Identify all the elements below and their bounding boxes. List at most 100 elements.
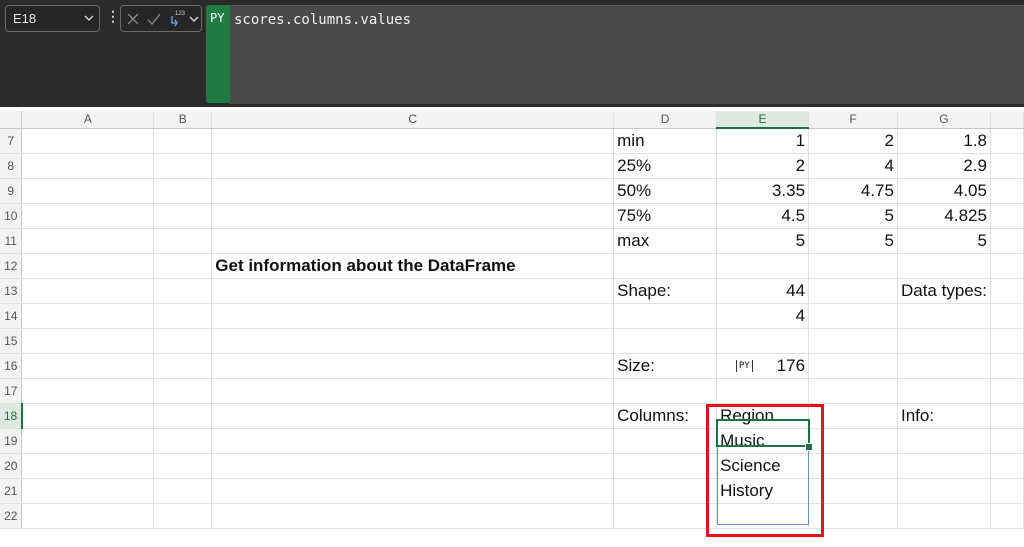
cell-e22[interactable] (716, 503, 810, 529)
cell-e19[interactable]: Music (716, 428, 810, 454)
row-header[interactable]: 13 (0, 278, 23, 304)
cancel-icon[interactable] (126, 11, 140, 32)
cell-f7[interactable]: 2 (808, 128, 898, 154)
cell-b14[interactable] (153, 303, 213, 329)
cell-a8[interactable] (21, 153, 155, 179)
cell-c18[interactable] (211, 403, 615, 429)
cell-g15[interactable] (897, 328, 991, 354)
cell-b18[interactable] (153, 403, 213, 429)
column-header-h[interactable] (990, 111, 1024, 129)
cell-d21[interactable] (613, 478, 718, 504)
row-header[interactable]: 10 (0, 203, 23, 229)
cell-a10[interactable] (21, 203, 155, 229)
cell-h17[interactable] (990, 378, 1024, 404)
cell-a16[interactable] (21, 353, 155, 379)
cell-e13[interactable]: 44 (716, 278, 810, 304)
cell-h22[interactable] (990, 503, 1024, 529)
row-header[interactable]: 21 (0, 478, 23, 504)
name-box[interactable]: E18 (5, 5, 100, 32)
cell-f17[interactable] (808, 378, 898, 404)
cell-f16[interactable] (808, 353, 898, 379)
cell-b20[interactable] (153, 453, 213, 479)
cell-g22[interactable] (897, 503, 991, 529)
cell-e12[interactable] (716, 253, 810, 279)
row-header[interactable]: 7 (0, 128, 23, 154)
cell-g12[interactable] (897, 253, 991, 279)
cell-f13[interactable] (808, 278, 898, 304)
python-cell-icon[interactable]: PY (735, 360, 753, 373)
row-header[interactable]: 15 (0, 328, 23, 354)
cell-d9[interactable]: 50% (613, 178, 718, 204)
cell-f11[interactable]: 5 (808, 228, 898, 254)
cell-b7[interactable] (153, 128, 213, 154)
cell-e18[interactable]: Region (716, 403, 810, 429)
cell-h14[interactable] (990, 303, 1024, 329)
cell-b9[interactable] (153, 178, 213, 204)
cell-e21[interactable]: History (716, 478, 810, 504)
cell-a17[interactable] (21, 378, 155, 404)
cell-f18[interactable] (808, 403, 898, 429)
cell-e8[interactable]: 2 (716, 153, 810, 179)
column-header-g[interactable]: G (897, 111, 991, 129)
cell-e20[interactable]: Science (716, 453, 810, 479)
cell-c15[interactable] (211, 328, 615, 354)
cell-a21[interactable] (21, 478, 155, 504)
cell-e9[interactable]: 3.35 (716, 178, 810, 204)
cell-a14[interactable] (21, 303, 155, 329)
cell-f19[interactable] (808, 428, 898, 454)
cell-c11[interactable] (211, 228, 615, 254)
cell-a18[interactable] (21, 403, 155, 429)
cell-c8[interactable] (211, 153, 615, 179)
cell-a13[interactable] (21, 278, 155, 304)
cell-a11[interactable] (21, 228, 155, 254)
cell-a20[interactable] (21, 453, 155, 479)
cell-g8[interactable]: 2.9 (897, 153, 991, 179)
select-all-corner[interactable] (0, 111, 23, 129)
cell-h18[interactable] (990, 403, 1024, 429)
cell-f14[interactable] (808, 303, 898, 329)
cell-h20[interactable] (990, 453, 1024, 479)
column-header-c[interactable]: C (211, 111, 615, 129)
cell-c14[interactable] (211, 303, 615, 329)
cell-b10[interactable] (153, 203, 213, 229)
cell-c21[interactable] (211, 478, 615, 504)
cell-c20[interactable] (211, 453, 615, 479)
cell-b17[interactable] (153, 378, 213, 404)
row-header[interactable]: 20 (0, 453, 23, 479)
cell-h21[interactable] (990, 478, 1024, 504)
cell-e7[interactable]: 1 (716, 128, 810, 154)
cell-d8[interactable]: 25% (613, 153, 718, 179)
cell-h10[interactable] (990, 203, 1024, 229)
cell-g20[interactable] (897, 453, 991, 479)
cell-d10[interactable]: 75% (613, 203, 718, 229)
cell-h15[interactable] (990, 328, 1024, 354)
cell-d13[interactable]: Shape: (613, 278, 718, 304)
cell-b13[interactable] (153, 278, 213, 304)
cell-c10[interactable] (211, 203, 615, 229)
cell-d18[interactable]: Columns: (613, 403, 718, 429)
cell-b8[interactable] (153, 153, 213, 179)
cell-e14[interactable]: 4 (716, 303, 810, 329)
chevron-down-icon[interactable] (188, 11, 200, 32)
row-header[interactable]: 11 (0, 228, 23, 254)
cell-d14[interactable] (613, 303, 718, 329)
column-header-b[interactable]: B (153, 111, 213, 129)
cell-d19[interactable] (613, 428, 718, 454)
cell-c19[interactable] (211, 428, 615, 454)
cell-b19[interactable] (153, 428, 213, 454)
cell-g10[interactable]: 4.825 (897, 203, 991, 229)
cell-e15[interactable] (716, 328, 810, 354)
row-header[interactable]: 22 (0, 503, 23, 529)
cell-b21[interactable] (153, 478, 213, 504)
cell-g13[interactable]: Data types: (897, 278, 991, 304)
cell-g16[interactable] (897, 353, 991, 379)
column-header-f[interactable]: F (808, 111, 898, 129)
cell-b22[interactable] (153, 503, 213, 529)
row-header[interactable]: 14 (0, 303, 23, 329)
cell-f9[interactable]: 4.75 (808, 178, 898, 204)
cell-c22[interactable] (211, 503, 615, 529)
cell-d12[interactable] (613, 253, 718, 279)
cell-b16[interactable] (153, 353, 213, 379)
cell-f10[interactable]: 5 (808, 203, 898, 229)
cell-c7[interactable] (211, 128, 615, 154)
